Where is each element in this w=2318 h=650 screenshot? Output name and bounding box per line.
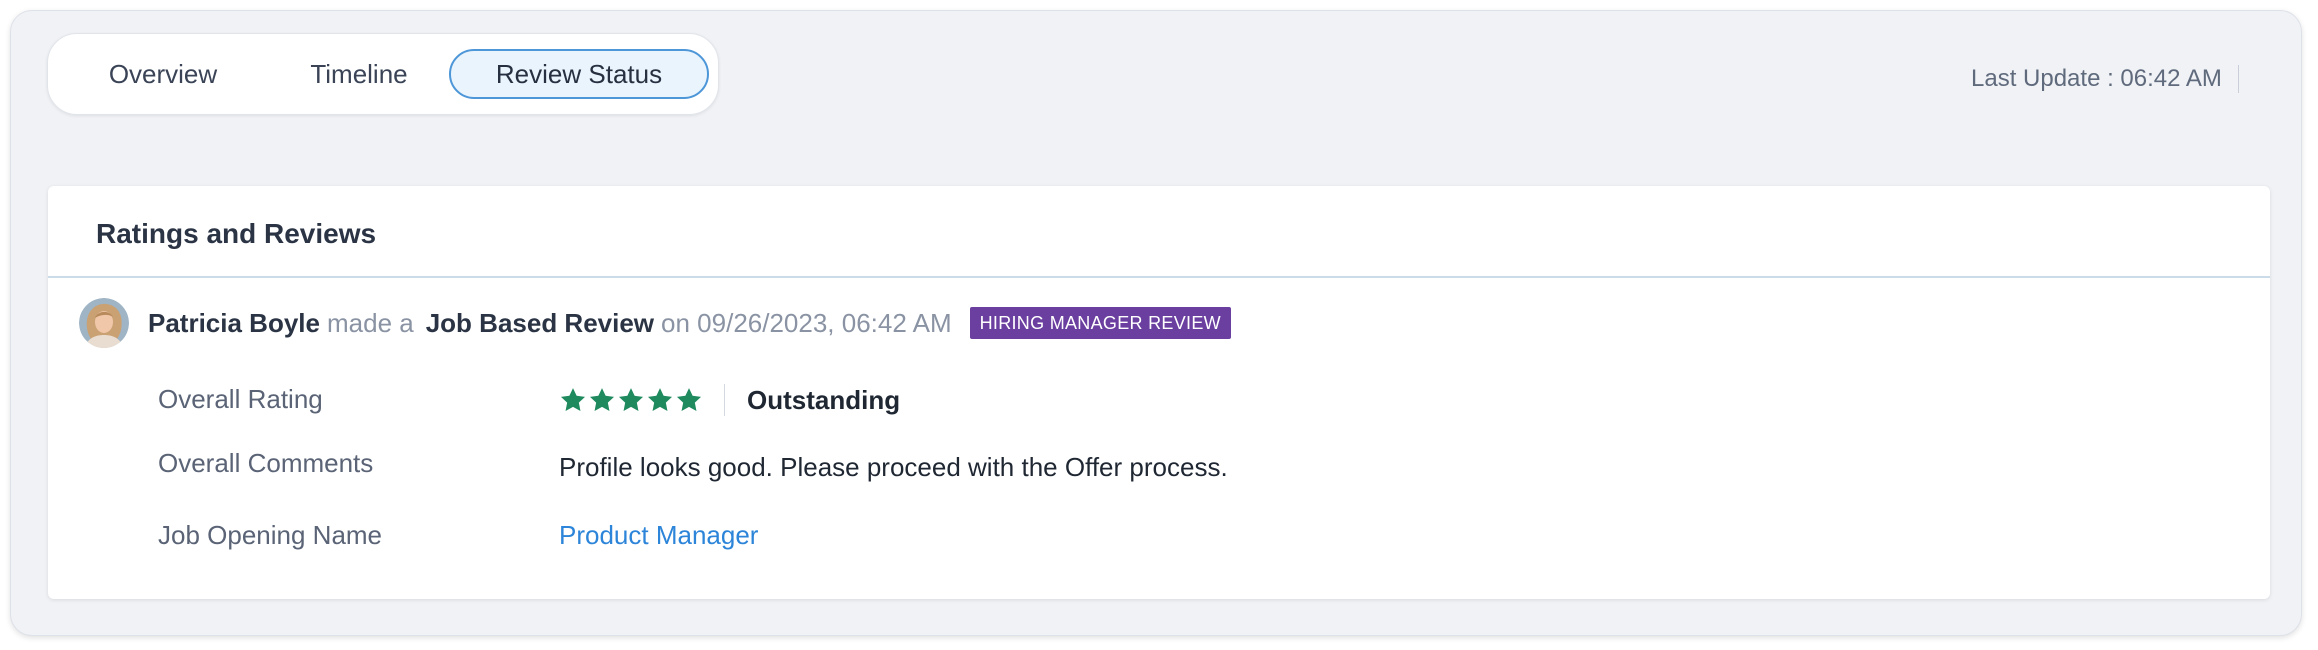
overall-comments: Profile looks good. Please proceed with … [559,452,1228,482]
ratings-card: Ratings and Reviews Patricia Boyle made … [48,186,2270,599]
tab-review-status[interactable]: Review Status [449,49,709,99]
last-update-text: Last Update : 06:42 AM [1971,65,2222,92]
review-status-panel: Overview Timeline Review Status Last Upd… [10,10,2302,636]
avatar[interactable] [79,298,129,348]
star-icon [647,388,673,411]
tab-bar: Overview Timeline Review Status [47,33,719,115]
review-date: on 09/26/2023, 06:42 AM [661,307,952,338]
overall-rating-value: Outstanding [559,380,900,420]
star-icon [618,388,644,411]
star-icon [560,388,586,411]
review-badge: HIRING MANAGER REVIEW [969,307,1231,339]
review-action-text: made a [326,307,414,338]
review-type: Job Based Review [425,307,655,338]
tab-timeline[interactable]: Timeline [269,49,449,99]
divider [724,384,725,416]
star-icon [676,388,702,411]
reviewer-name[interactable]: Patricia Boyle [148,308,320,339]
rating-text: Outstanding [747,384,901,415]
job-opening-link[interactable]: Product Manager [559,520,758,551]
divider [2237,65,2239,93]
overall-rating-label: Overall Rating [158,384,323,414]
overall-comments-label: Overall Comments [158,448,374,478]
card-divider [48,276,2270,278]
card-title: Ratings and Reviews [96,218,377,249]
job-opening-label: Job Opening Name [158,520,383,550]
last-update: Last Update : 06:42 AM [1971,59,2239,99]
tab-overview[interactable]: Overview [57,49,269,99]
star-icon [589,388,615,411]
review-header: Patricia Boyle made a Job Based Review o… [79,298,1231,348]
rating-stars [559,386,704,414]
